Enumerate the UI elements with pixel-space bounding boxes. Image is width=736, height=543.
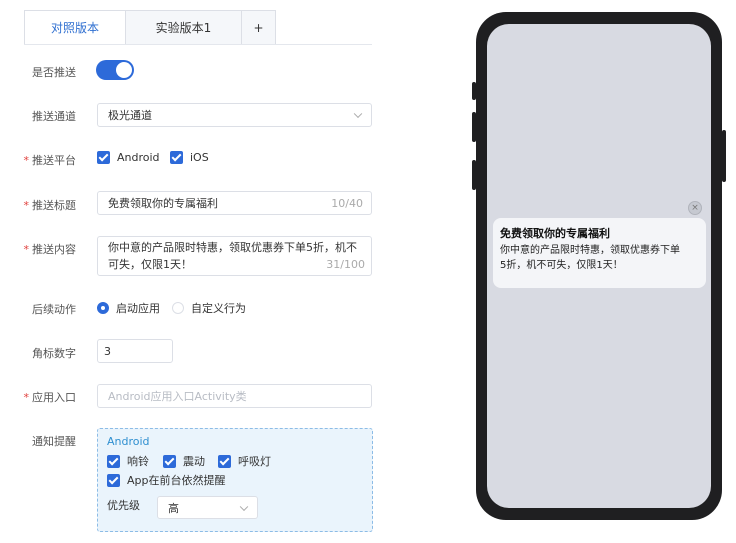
- content-label: * 推送内容: [0, 241, 77, 257]
- chevron-down-icon: [353, 109, 363, 119]
- phone-screen: × 免费领取你的专属福利 你中意的产品限时特惠，领取优惠券下单 5折，机不可失，…: [487, 24, 711, 508]
- checkbox-checked-icon: [97, 151, 110, 164]
- phone-side-button: [472, 112, 476, 142]
- platform-label-text: 推送平台: [32, 154, 76, 167]
- required-asterisk: *: [23, 243, 30, 256]
- checkbox-checked-icon: [107, 454, 120, 468]
- push-enabled-label: 是否推送: [32, 66, 76, 79]
- push-content-textarea[interactable]: 你中意的产品限时特惠，领取优惠券下单5折，机不可失，仅限1天！ 31/100: [97, 236, 372, 276]
- required-asterisk: *: [23, 199, 30, 212]
- priority-select[interactable]: 高: [157, 496, 258, 519]
- channel-select-value: 极光通道: [108, 109, 152, 122]
- push-title-input[interactable]: 免费领取你的专属福利 10/40: [97, 191, 372, 215]
- tab-control-version[interactable]: 对照版本: [24, 10, 126, 45]
- checkbox-checked-icon: [107, 473, 120, 487]
- channel-select[interactable]: 极光通道: [97, 103, 372, 127]
- required-asterisk: *: [23, 391, 30, 404]
- checkbox-checked-icon: [170, 151, 183, 164]
- priority-select-value: 高: [168, 501, 179, 515]
- checkbox-label: 呼吸灯: [238, 455, 271, 468]
- title-char-counter: 10/40: [331, 196, 363, 210]
- phone-side-button: [472, 82, 476, 100]
- push-enabled-toggle[interactable]: [96, 60, 134, 80]
- tab-experiment-version-1[interactable]: 实验版本1: [126, 10, 242, 45]
- radio-selected-icon: [97, 302, 109, 314]
- title-label-text: 推送标题: [32, 199, 76, 212]
- badge-number-input[interactable]: 3: [97, 339, 173, 363]
- reminder-ring-checkbox[interactable]: 响铃: [107, 453, 149, 469]
- badge-number-value: 3: [104, 344, 111, 358]
- notification-title: 免费领取你的专属福利: [500, 227, 610, 240]
- phone-preview: × 免费领取你的专属福利 你中意的产品限时特惠，领取优惠券下单 5折，机不可失，…: [472, 12, 726, 520]
- checkbox-checked-icon: [218, 454, 231, 468]
- reminder-platform-title: Android: [107, 435, 150, 448]
- push-title-value: 免费领取你的专属福利: [108, 197, 218, 210]
- checkbox-label: 响铃: [127, 455, 149, 468]
- tab-divider: [24, 44, 372, 45]
- platform-ios-checkbox[interactable]: iOS: [170, 151, 209, 164]
- checkbox-label: 震动: [183, 455, 205, 468]
- push-content-value: 你中意的产品限时特惠，领取优惠券下单5折，机不可失，仅限1天！: [108, 241, 357, 271]
- action-custom-radio[interactable]: 自定义行为: [172, 300, 246, 316]
- content-char-counter: 31/100: [326, 258, 365, 271]
- version-tabs: 对照版本 实验版本1 +: [24, 10, 276, 45]
- notification-body: 你中意的产品限时特惠，领取优惠券下单 5折，机不可失，仅限1天！: [500, 243, 699, 273]
- required-asterisk: *: [23, 154, 30, 167]
- checkbox-label: App在前台依然提醒: [127, 474, 226, 487]
- entry-label-text: 应用入口: [32, 391, 76, 404]
- toggle-knob: [116, 62, 132, 78]
- close-icon[interactable]: ×: [688, 201, 702, 215]
- platform-label: * 推送平台: [0, 152, 77, 168]
- checkbox-label: iOS: [190, 151, 209, 164]
- app-entry-placeholder: Android应用入口Activity类: [108, 390, 247, 403]
- phone-side-button: [472, 160, 476, 190]
- badge-label: 角标数字: [32, 347, 76, 360]
- phone-power-button: [722, 130, 726, 182]
- content-label-text: 推送内容: [32, 243, 76, 256]
- notification-line-2: 5折，机不可失，仅限1天！: [500, 260, 623, 271]
- action-launch-app-radio[interactable]: 启动应用: [97, 300, 160, 316]
- reminder-foreground-checkbox[interactable]: App在前台依然提醒: [107, 472, 226, 488]
- channel-label: 推送通道: [32, 110, 76, 123]
- checkbox-label: Android: [117, 151, 160, 164]
- add-version-tab-button[interactable]: +: [242, 10, 276, 45]
- priority-label: 优先级: [107, 499, 140, 512]
- entry-label: * 应用入口: [0, 389, 77, 405]
- radio-label: 自定义行为: [191, 302, 246, 315]
- action-label: 后续动作: [32, 303, 76, 316]
- platform-android-checkbox[interactable]: Android: [97, 151, 160, 164]
- app-entry-input[interactable]: Android应用入口Activity类: [97, 384, 372, 408]
- notification-line-1: 你中意的产品限时特惠，领取优惠券下单: [500, 245, 680, 256]
- reminder-led-checkbox[interactable]: 呼吸灯: [218, 453, 271, 469]
- reminder-panel: Android 响铃 震动 呼吸灯 App在前台依然提醒 优先级 高: [97, 428, 373, 532]
- checkbox-checked-icon: [163, 454, 176, 468]
- reminder-vibrate-checkbox[interactable]: 震动: [163, 453, 205, 469]
- radio-label: 启动应用: [116, 302, 160, 315]
- title-label: * 推送标题: [0, 197, 77, 213]
- radio-unselected-icon: [172, 302, 184, 314]
- chevron-down-icon: [239, 502, 249, 511]
- reminder-label: 通知提醒: [32, 435, 76, 448]
- notification-card: 免费领取你的专属福利 你中意的产品限时特惠，领取优惠券下单 5折，机不可失，仅限…: [493, 218, 706, 288]
